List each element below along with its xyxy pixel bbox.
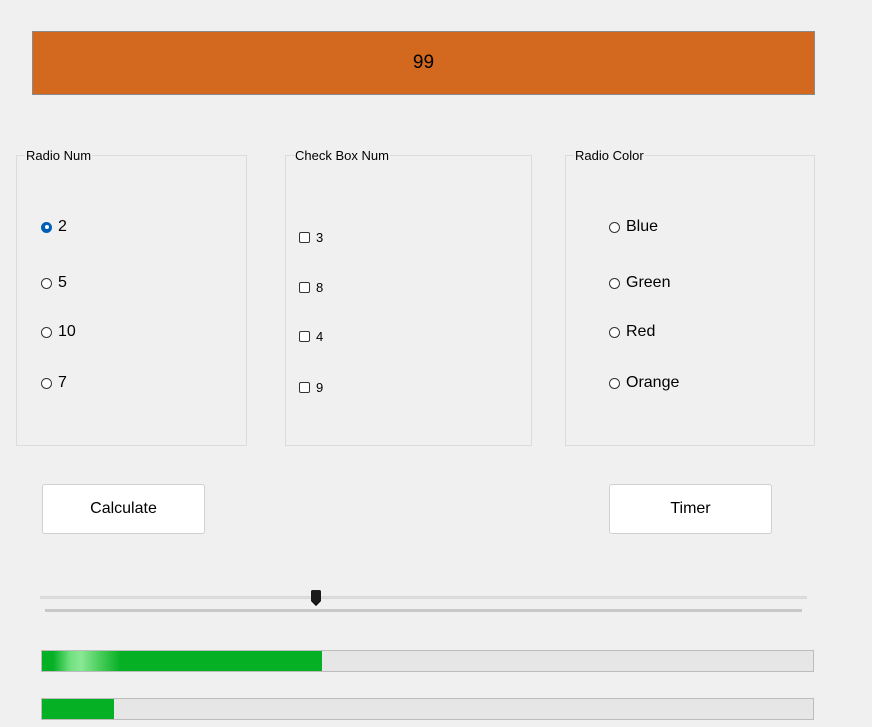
radio-button-icon[interactable]	[41, 326, 52, 338]
form-window: 99 Radio Num 2 5 10 7 Check Box Num 3 8 …	[0, 0, 872, 727]
radio-color-option-green[interactable]: Green	[609, 274, 670, 292]
radio-num-label: 10	[58, 323, 76, 340]
value-display-text: 99	[412, 52, 435, 73]
radio-button-icon[interactable]	[609, 277, 620, 289]
calculate-button[interactable]: Calculate	[42, 484, 205, 534]
slider-tick-line	[45, 609, 802, 612]
radio-button-icon[interactable]	[609, 377, 620, 389]
radio-button-icon[interactable]	[609, 221, 620, 233]
radio-num-option-10[interactable]: 10	[41, 323, 76, 341]
check-box-label: 4	[316, 329, 324, 344]
radio-color-option-blue[interactable]: Blue	[609, 218, 658, 236]
check-box-label: 3	[316, 230, 324, 245]
radio-num-option-7[interactable]: 7	[41, 374, 67, 392]
radio-button-icon[interactable]	[41, 277, 52, 289]
radio-num-group: Radio Num 2 5 10 7	[16, 148, 247, 446]
check-box-option-4[interactable]: 4	[299, 329, 323, 344]
slider-track[interactable]	[40, 596, 807, 599]
value-display: 99	[32, 31, 815, 95]
radio-color-option-red[interactable]: Red	[609, 323, 655, 341]
radio-num-option-2[interactable]: 2	[41, 218, 67, 236]
radio-num-legend: Radio Num	[25, 148, 93, 163]
radio-color-label: Green	[626, 274, 671, 291]
check-box-num-legend: Check Box Num	[294, 148, 390, 163]
radio-color-option-orange[interactable]: Orange	[609, 374, 679, 392]
radio-num-label: 2	[58, 218, 67, 235]
check-box-num-group: Check Box Num 3 8 4 9	[285, 148, 532, 446]
radio-color-label: Red	[626, 323, 656, 340]
radio-num-label: 5	[58, 274, 67, 291]
checkbox-icon[interactable]	[299, 232, 310, 243]
check-box-option-8[interactable]: 8	[299, 280, 323, 295]
radio-num-label: 7	[58, 374, 67, 391]
progress-bar-1	[41, 650, 814, 672]
radio-num-option-5[interactable]: 5	[41, 274, 67, 292]
progress-bar-2	[41, 698, 814, 720]
radio-color-label: Orange	[626, 374, 680, 391]
radio-color-legend: Radio Color	[574, 148, 645, 163]
check-box-label: 9	[316, 380, 324, 395]
progress-fill	[42, 699, 114, 719]
trackbar-slider[interactable]	[40, 588, 807, 614]
timer-button[interactable]: Timer	[609, 484, 772, 534]
radio-button-icon[interactable]	[41, 377, 52, 389]
checkbox-icon[interactable]	[299, 282, 310, 293]
checkbox-icon[interactable]	[299, 382, 310, 393]
check-box-option-3[interactable]: 3	[299, 230, 323, 245]
radio-button-checked-icon[interactable]	[41, 221, 52, 233]
progress-fill	[42, 651, 322, 671]
radio-color-group: Radio Color Blue Green Red Orange	[565, 148, 815, 446]
check-box-label: 8	[316, 280, 324, 295]
checkbox-icon[interactable]	[299, 331, 310, 342]
check-box-option-9[interactable]: 9	[299, 380, 323, 395]
slider-thumb-icon[interactable]	[311, 590, 322, 606]
radio-color-label: Blue	[626, 218, 659, 235]
radio-button-icon[interactable]	[609, 326, 620, 338]
